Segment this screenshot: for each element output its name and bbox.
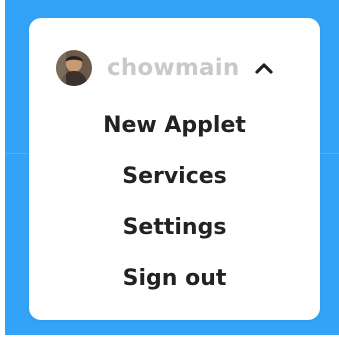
menu-list: New Applet Services Settings Sign out (29, 106, 320, 310)
account-dropdown-menu: chowmain New Applet Services Settings Si… (29, 18, 320, 320)
avatar-photo-icon (56, 50, 92, 86)
account-toggle[interactable]: chowmain (56, 50, 296, 86)
avatar[interactable] (56, 50, 92, 86)
menu-item-new-applet[interactable]: New Applet (29, 106, 320, 157)
menu-item-sign-out[interactable]: Sign out (29, 259, 320, 310)
menu-item-services[interactable]: Services (29, 157, 320, 208)
menu-item-settings[interactable]: Settings (29, 208, 320, 259)
chevron-up-icon[interactable] (255, 61, 274, 75)
username[interactable]: chowmain (107, 55, 239, 81)
